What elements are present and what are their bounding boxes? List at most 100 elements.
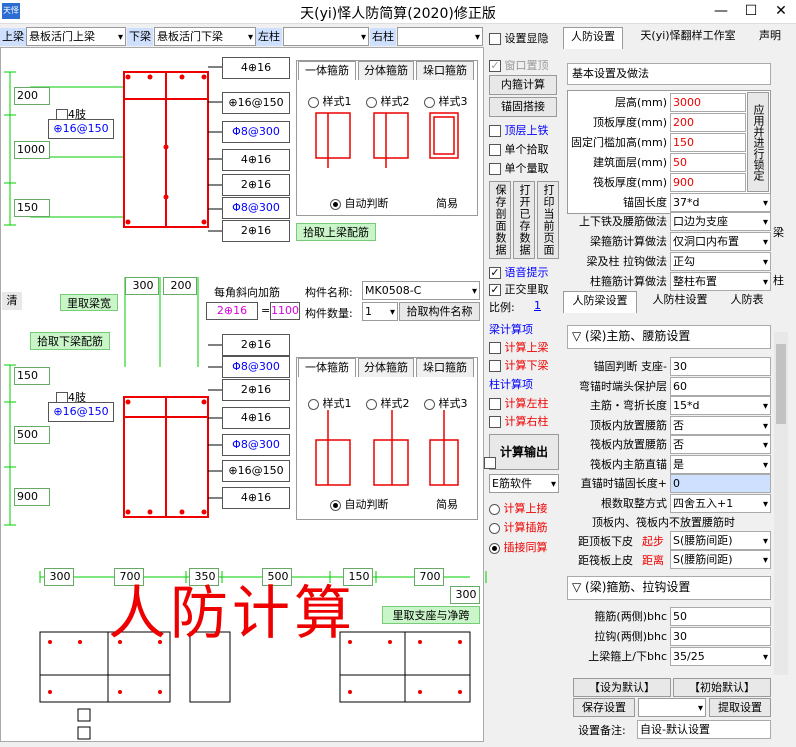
lower-style1-radio[interactable]	[308, 398, 319, 410]
single-pick-checkbox[interactable]	[489, 144, 501, 156]
upper-style1-radio[interactable]	[308, 96, 319, 108]
load-setting-button[interactable]: 提取设置	[709, 698, 771, 717]
member-count-select[interactable]: 1	[362, 302, 398, 321]
maximize-button[interactable]: ☐	[736, 0, 766, 24]
upper-bar-5[interactable]: 2⊕16	[222, 174, 290, 196]
main-row-value[interactable]: 是	[670, 454, 771, 474]
lower-auto-option[interactable]: 自动判断	[330, 496, 389, 512]
r-insert-radio[interactable]	[489, 522, 500, 534]
basic-row-value[interactable]: 900	[670, 173, 746, 192]
method-row-select[interactable]: 正勾	[670, 252, 771, 271]
r-insert-option[interactable]: 计算插筋	[489, 519, 548, 535]
window-top-checkbox[interactable]	[489, 60, 501, 72]
pick-upper-rebar-button[interactable]: 拾取上梁配筋	[296, 223, 376, 241]
upper-style2-option[interactable]: 样式2	[366, 93, 410, 109]
r-top-radio[interactable]	[489, 503, 500, 515]
anchor-lap-button[interactable]: 锚固搭接	[489, 97, 557, 117]
tab-beam-settings[interactable]: 人防梁设置	[563, 291, 637, 313]
pick-lower-rebar-button[interactable]: 拾取下梁配筋	[30, 332, 110, 350]
bottom-beam-select[interactable]: 悬板活门下梁	[154, 27, 256, 46]
set-default-button[interactable]: 【设为默认】	[573, 678, 671, 697]
upper-style3-radio[interactable]	[424, 96, 435, 108]
orth-toggle[interactable]: 正交里取	[489, 281, 549, 297]
top-iron-checkbox[interactable]	[489, 125, 501, 137]
main-row-value[interactable]: 0	[670, 474, 771, 493]
calc-output-button[interactable]: 计算输出	[489, 434, 559, 470]
lower-style3-radio[interactable]	[424, 398, 435, 410]
right-col-select[interactable]	[397, 27, 483, 46]
lower-bar-7[interactable]: 4⊕16	[222, 487, 290, 509]
calc-top-checkbox[interactable]	[489, 342, 501, 354]
voice-toggle[interactable]: 语音提示	[489, 264, 549, 280]
single-pick-toggle[interactable]: 单个拾取	[489, 141, 549, 157]
apply-lock-button[interactable]: 应用并进行锁定	[747, 92, 769, 192]
tab-studio[interactable]: 天(yi)怿翻样工作室	[627, 27, 749, 49]
upper-style2-radio[interactable]	[366, 96, 377, 108]
lower-stirrup-label[interactable]: ⊕16@150	[48, 402, 114, 422]
lower-tab-crenel[interactable]: 垛口箍筋	[416, 358, 474, 377]
output-checkbox-wrap[interactable]	[484, 456, 496, 469]
upper-tab-split[interactable]: 分体箍筋	[358, 61, 414, 80]
main-row-value[interactable]: 否	[670, 435, 771, 454]
output-checkbox[interactable]	[484, 457, 496, 469]
calc-left-toggle[interactable]: 计算左柱	[489, 395, 549, 411]
basic-row-value[interactable]: 3000	[670, 93, 746, 112]
lower-style3-option[interactable]: 样式3	[424, 395, 468, 411]
diag-length-input[interactable]: 1100	[270, 302, 300, 320]
lower-bar-5[interactable]: Φ8@300	[222, 434, 290, 456]
upper-bar-7[interactable]: 2⊕16	[222, 220, 290, 242]
save-section-button[interactable]: 保存剖面数据	[489, 181, 511, 259]
calc-right-toggle[interactable]: 计算右柱	[489, 413, 549, 429]
print-page-button[interactable]: 打印当前页面	[537, 181, 559, 259]
diag-bar-input[interactable]: 2⊕16	[206, 302, 258, 320]
upper-bar-2[interactable]: ⊕16@150	[222, 92, 290, 114]
tab-table[interactable]: 人防表	[722, 291, 772, 313]
stirrup-row-value[interactable]: 30	[670, 627, 771, 646]
left-col-select[interactable]	[283, 27, 369, 46]
lower-style1-option[interactable]: 样式1	[308, 395, 352, 411]
upper-tab-integral[interactable]: 一体箍筋	[298, 61, 356, 80]
calc-right-checkbox[interactable]	[489, 416, 501, 428]
r-lap-radio[interactable]	[489, 542, 500, 554]
remark-input[interactable]: 自设-默认设置	[637, 720, 771, 739]
init-default-button[interactable]: 【初始默认】	[673, 678, 771, 697]
basic-row-value[interactable]: 50	[670, 153, 746, 172]
save-setting-button[interactable]: 保存设置	[573, 698, 635, 717]
main-row-value[interactable]: 30	[670, 357, 771, 376]
tab-civil-defense-settings[interactable]: 人防设置	[563, 27, 623, 49]
lower-tab-integral[interactable]: 一体箍筋	[298, 358, 356, 377]
lower-bar-3[interactable]: 2⊕16	[222, 379, 290, 401]
upper-bar-4[interactable]: 4⊕16	[222, 149, 290, 171]
r-lap-option[interactable]: 插接同算	[489, 539, 548, 555]
window-top-toggle[interactable]: 窗口置顶	[489, 57, 549, 73]
open-saved-button[interactable]: 打开已存数据	[513, 181, 535, 259]
method-row-select[interactable]: 整柱布置	[670, 272, 771, 291]
calc-left-checkbox[interactable]	[489, 398, 501, 410]
stirrup-row-value[interactable]: 50	[670, 607, 771, 626]
stirrup-row-value[interactable]: 35/25	[670, 647, 771, 666]
member-name-select[interactable]: MK0508-C	[362, 281, 480, 300]
upper-bar-3[interactable]: Φ8@300	[222, 121, 290, 143]
method-row-select[interactable]: 仅洞口内布置	[670, 232, 771, 251]
upper-bar-6[interactable]: Φ8@300	[222, 197, 290, 219]
main-row-value[interactable]: 60	[670, 376, 771, 396]
lower-bar-2[interactable]: Φ8@300	[222, 356, 290, 378]
clear-button[interactable]: 清	[2, 292, 22, 310]
r-top-option[interactable]: 计算上接	[489, 500, 548, 516]
lower-bar-4[interactable]: 4⊕16	[222, 407, 290, 429]
orth-checkbox[interactable]	[489, 284, 501, 296]
lower-auto-radio[interactable]	[330, 499, 341, 511]
upper-auto-radio[interactable]	[330, 198, 341, 210]
upper-stirrup-label[interactable]: ⊕16@150	[48, 119, 114, 139]
lower-bar-6[interactable]: ⊕16@150	[222, 460, 290, 482]
stirrup-title[interactable]: ▽ (梁)箍筋、拉钩设置	[567, 576, 771, 600]
lower-bar-1[interactable]: 2⊕16	[222, 334, 290, 356]
measure-beam-width-button[interactable]: 里取梁宽	[60, 294, 118, 311]
lower-style2-radio[interactable]	[366, 398, 377, 410]
top-beam-select[interactable]: 悬板活门上梁	[26, 27, 126, 46]
main-rebar-title[interactable]: ▽ (梁)主筋、腰筋设置	[567, 325, 771, 349]
calc-bottom-checkbox[interactable]	[489, 360, 501, 372]
main-row-value[interactable]: 四舍五入+1	[670, 493, 771, 513]
lower-tab-split[interactable]: 分体箍筋	[358, 358, 414, 377]
basic-row-value[interactable]: 37*d	[670, 193, 771, 212]
